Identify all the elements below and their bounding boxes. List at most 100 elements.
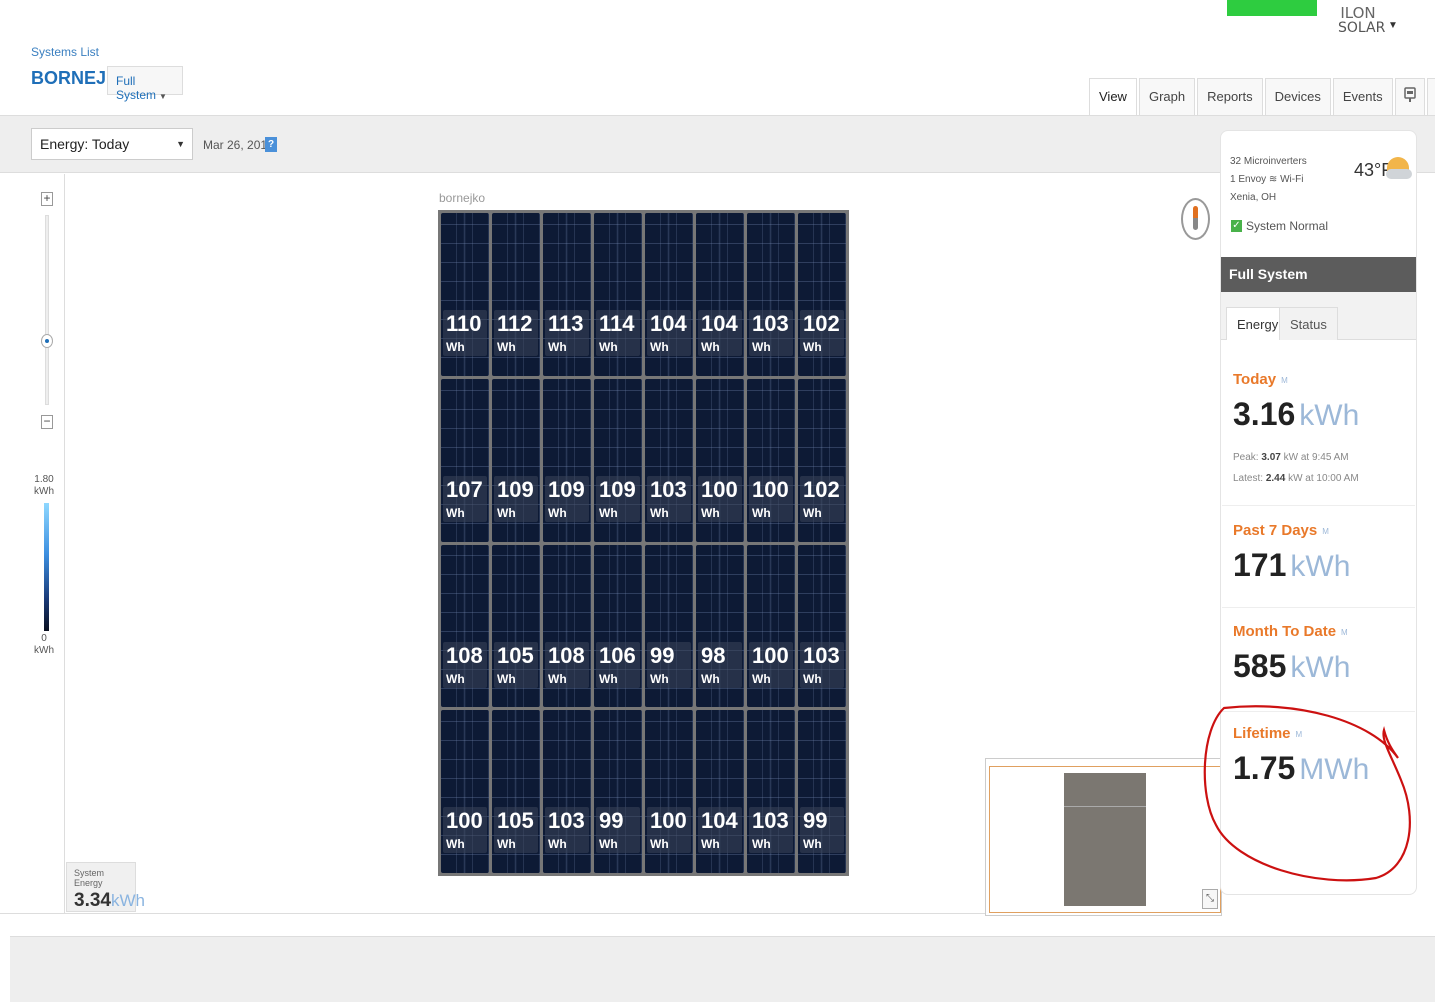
lifetime-label: Lifetime M xyxy=(1233,725,1303,742)
solar-panel[interactable]: 113 Wh xyxy=(543,213,591,376)
peak-info: Peak: 3.07 kW at 9:45 AM xyxy=(1233,452,1349,463)
tab-devices[interactable]: Devices xyxy=(1264,78,1331,115)
partly-cloudy-icon xyxy=(1386,157,1412,179)
zoom-in-button[interactable]: + xyxy=(41,192,53,206)
latest-info: Latest: 2.44 kW at 10:00 AM xyxy=(1233,473,1359,484)
panel-energy-value: 109 xyxy=(599,476,636,502)
panel-energy-value: 105 xyxy=(497,808,534,834)
tab-site-icon[interactable] xyxy=(1394,78,1425,115)
help-icon[interactable]: ? xyxy=(265,137,277,152)
solar-panel[interactable]: 100 Wh xyxy=(696,378,744,542)
panel-energy-unit: Wh xyxy=(701,340,720,354)
system-status: ✓ System Normal xyxy=(1231,219,1328,233)
panel-energy-unit: Wh xyxy=(446,505,465,520)
panel-energy-unit: Wh xyxy=(497,837,516,852)
microinverter-count: 32 Microinverters xyxy=(1230,156,1307,167)
tab-events[interactable]: Events xyxy=(1332,78,1393,115)
view-selector-label: Full System xyxy=(116,74,157,102)
solar-panel[interactable]: 104 Wh xyxy=(645,213,693,376)
panel-energy-unit: Wh xyxy=(803,837,822,852)
solar-panel[interactable]: 108 Wh xyxy=(441,544,489,708)
solar-panel[interactable]: 112 Wh xyxy=(492,213,540,376)
energy-period-value: Energy: Today xyxy=(40,136,130,152)
solar-panel[interactable]: 107 Wh xyxy=(441,378,489,542)
expand-minimap-icon[interactable]: ⤡ xyxy=(1202,889,1218,909)
panel-energy-unit: Wh xyxy=(446,340,465,354)
tab-reports[interactable]: Reports xyxy=(1197,78,1263,115)
solar-panel[interactable]: 104 Wh xyxy=(696,213,744,376)
solar-panel[interactable]: 102 Wh xyxy=(798,378,846,542)
divider xyxy=(1222,505,1415,506)
today-value: 3.16 kWh xyxy=(1233,396,1360,432)
solar-panel[interactable]: 109 Wh xyxy=(594,378,642,542)
panel-energy-unit: Wh xyxy=(650,837,669,852)
past-7-days-value: 171 kWh xyxy=(1233,547,1351,583)
footer-bar xyxy=(10,936,1435,1002)
panel-energy-value: 102 xyxy=(803,311,840,336)
solar-panel[interactable]: 109 Wh xyxy=(543,378,591,542)
panel-energy-value: 100 xyxy=(752,642,789,668)
zoom-slider-handle[interactable] xyxy=(41,334,53,348)
panel-energy-unit: Wh xyxy=(803,671,822,686)
compass-icon[interactable] xyxy=(1181,198,1210,240)
solar-panel[interactable]: 105 Wh xyxy=(492,710,540,873)
system-info: 32 Microinverters 1 Envoy ≋ Wi-Fi Xenia,… xyxy=(1230,153,1307,207)
solar-panel[interactable]: 99 Wh xyxy=(798,710,846,873)
solar-panel[interactable]: 103 Wh xyxy=(747,213,795,376)
company-logo[interactable]: ILON SOLAR xyxy=(1338,6,1385,50)
panel-energy-value: 102 xyxy=(803,476,840,502)
solar-panel[interactable]: 100 Wh xyxy=(645,710,693,873)
zoom-slider-track[interactable] xyxy=(45,215,49,405)
panel-energy-value: 103 xyxy=(548,808,585,834)
solar-panel[interactable]: 100 Wh xyxy=(747,544,795,708)
panel-energy-value: 103 xyxy=(803,642,840,668)
panel-energy-unit: Wh xyxy=(548,671,567,686)
energy-period-select[interactable]: Energy: Today ▼ xyxy=(31,128,193,160)
panel-energy-value: 100 xyxy=(446,808,483,834)
view-selector-dropdown[interactable]: Full System ▼ xyxy=(107,66,183,102)
panel-energy-value: 100 xyxy=(650,808,687,834)
panel-energy-value: 104 xyxy=(701,311,738,336)
envoy-info: 1 Envoy ≋ Wi-Fi xyxy=(1230,174,1304,185)
solar-panel[interactable]: 100 Wh xyxy=(441,710,489,873)
solar-panel[interactable]: 114 Wh xyxy=(594,213,642,376)
system-energy-box: System Energy 3.34kWh xyxy=(66,862,145,912)
solar-panel[interactable]: 108 Wh xyxy=(543,544,591,708)
system-energy-title: System Energy xyxy=(74,868,105,888)
solar-panel[interactable]: 103 Wh xyxy=(747,710,795,873)
solar-panel[interactable]: 99 Wh xyxy=(645,544,693,708)
panel-energy-value: 113 xyxy=(548,311,584,336)
panel-energy-value: 114 xyxy=(599,311,635,336)
panel-energy-value: 99 xyxy=(650,642,675,668)
panel-energy-unit: Wh xyxy=(650,340,669,354)
solar-panel[interactable]: 100 Wh xyxy=(747,378,795,542)
solar-panel[interactable]: 103 Wh xyxy=(543,710,591,873)
solar-panel[interactable]: 105 Wh xyxy=(492,544,540,708)
zoom-out-button[interactable]: − xyxy=(41,415,53,429)
panel-energy-value: 99 xyxy=(599,808,624,834)
tab-graph[interactable]: Graph xyxy=(1138,78,1196,115)
solar-panel[interactable]: 110 Wh xyxy=(441,213,489,376)
wifi-icon: ≋ xyxy=(1268,174,1278,185)
panel-energy-unit: Wh xyxy=(701,837,720,852)
month-to-date-value: 585 kWh xyxy=(1233,648,1351,684)
solar-panel[interactable]: 109 Wh xyxy=(492,378,540,542)
solar-panel[interactable]: 103 Wh xyxy=(798,544,846,708)
solar-panel[interactable]: 106 Wh xyxy=(594,544,642,708)
panel-energy-unit: Wh xyxy=(752,340,771,354)
account-menu-caret-icon[interactable]: ▼ xyxy=(1388,20,1398,31)
panel-energy-unit: Wh xyxy=(599,671,618,686)
panel-energy-unit: Wh xyxy=(650,671,669,686)
tab-status[interactable]: Status xyxy=(1279,307,1338,340)
solar-panel[interactable]: 98 Wh xyxy=(696,544,744,708)
tab-view[interactable]: View xyxy=(1089,78,1137,115)
tab-settings[interactable] xyxy=(1426,78,1435,115)
chevron-down-icon: ▼ xyxy=(159,92,167,101)
solar-panel[interactable]: 99 Wh xyxy=(594,710,642,873)
solar-panel[interactable]: 102 Wh xyxy=(798,213,846,376)
check-icon: ✓ xyxy=(1231,220,1242,232)
systems-list-link[interactable]: Systems List xyxy=(31,45,99,59)
solar-panel[interactable]: 103 Wh xyxy=(645,378,693,542)
solar-panel[interactable]: 104 Wh xyxy=(696,710,744,873)
panel-energy-unit: Wh xyxy=(446,837,465,852)
